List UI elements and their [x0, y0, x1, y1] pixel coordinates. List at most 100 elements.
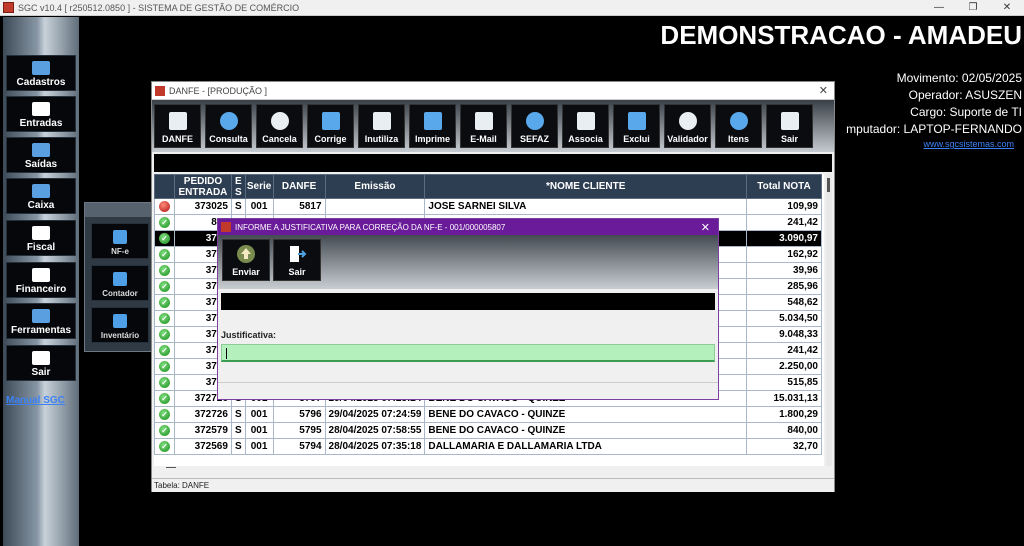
document-icon: [168, 112, 187, 130]
exit-icon: [780, 112, 799, 130]
justificativa-input[interactable]: [221, 344, 715, 362]
minimize-button[interactable]: —: [922, 2, 956, 13]
email-icon: [474, 112, 493, 130]
toolbar-button-sefaz[interactable]: SEFAZ: [511, 104, 558, 148]
col-es[interactable]: E S: [230, 174, 246, 199]
sidebar-item-1[interactable]: Entradas: [6, 96, 76, 132]
toolbar-button-label: Cancela: [262, 134, 297, 144]
cell-emissao: [324, 198, 426, 215]
col-pedido[interactable]: PEDIDO ENTRADA: [173, 174, 232, 199]
cell-cliente: BENE DO CAVACO - QUINZE: [424, 406, 748, 423]
cell-danfe: 5796: [272, 406, 326, 423]
sidebar-item-label: Saídas: [24, 159, 58, 170]
scrollbar-thumb[interactable]: [827, 178, 830, 192]
manual-link[interactable]: Manual SGC: [6, 395, 65, 406]
toolbar-button-consulta[interactable]: Consulta: [205, 104, 252, 148]
window-title: SGC v10.4 [ r250512.0850 ] - SISTEMA DE …: [18, 2, 300, 13]
toolbar-button-imprime[interactable]: Imprime: [409, 104, 456, 148]
subpanel-item-2[interactable]: Inventário: [91, 307, 149, 343]
danfe-title: DANFE - [PRODUÇÃO ]: [169, 85, 268, 96]
dialog-info-bar: [221, 293, 715, 310]
app-logo-icon: [155, 85, 165, 96]
status-cell: [154, 246, 175, 263]
truck-icon: [32, 102, 50, 116]
sidebar-item-2[interactable]: Saídas: [6, 137, 76, 173]
close-icon[interactable]: ✕: [819, 84, 828, 97]
status-cell: [154, 262, 175, 279]
sidebar-item-5[interactable]: Financeiro: [6, 262, 76, 298]
toolbar-button-label: Associa: [568, 134, 603, 144]
toolbar-button-corrige[interactable]: Corrige: [307, 104, 354, 148]
trash-icon: [627, 112, 646, 130]
toolbar-button-cancela[interactable]: Cancela: [256, 104, 303, 148]
tools-icon: [32, 309, 50, 323]
subpanel-item-1[interactable]: Contador: [91, 265, 149, 301]
toolbar-button-label: Inutiliza: [364, 134, 399, 144]
table-row[interactable]: 372579S001579528/04/2025 07:58:55BENE DO…: [154, 422, 822, 439]
toolbar-button-associa[interactable]: Associa: [562, 104, 609, 148]
danfe-titlebar: DANFE - [PRODUÇÃO ] ✕: [152, 82, 834, 100]
inventory-icon: [113, 314, 127, 328]
toolbar-button-label: Sair: [780, 134, 798, 144]
sidebar-item-0[interactable]: Cadastros: [6, 55, 76, 91]
subpanel-item-label: Contador: [102, 289, 138, 298]
close-button[interactable]: ✕: [990, 2, 1024, 13]
toolbar-button-label: Consulta: [209, 134, 248, 144]
table-row[interactable]: 372726S001579629/04/2025 07:24:59BENE DO…: [154, 406, 822, 423]
check-icon: [158, 296, 170, 308]
toolbar-button-label: Validador: [667, 134, 708, 144]
send-up-icon: [237, 245, 255, 263]
toolbar-button-inutiliza[interactable]: Inutiliza: [358, 104, 405, 148]
toolbar-button-label: Exclui: [623, 134, 650, 144]
close-icon[interactable]: ✕: [701, 221, 710, 234]
cell-pedido: 372579: [173, 422, 232, 439]
check-icon: [158, 440, 170, 452]
check-icon: [158, 360, 170, 372]
status-cell: [154, 278, 175, 295]
cell-es: S: [230, 406, 246, 423]
table-row[interactable]: 373025 S 001 5817 JOSE SARNEI SILVA 109,99: [154, 198, 822, 215]
col-serie[interactable]: Serie: [244, 174, 274, 199]
website-link[interactable]: www.sgcsistemas.com: [923, 139, 1014, 149]
cell-total: 515,85: [746, 374, 822, 391]
cancel-icon: [270, 112, 289, 130]
register-icon: [32, 184, 50, 198]
document-icon: [32, 268, 50, 282]
sidebar-item-4[interactable]: Fiscal: [6, 220, 76, 256]
cell-es: S: [230, 198, 246, 215]
sidebar-item-label: Ferramentas: [10, 325, 72, 336]
col-danfe[interactable]: DANFE: [272, 174, 326, 199]
calculator-icon: [372, 112, 391, 130]
table-row[interactable]: 372569S001579428/04/2025 07:35:18DALLAMA…: [154, 438, 822, 455]
grid-scrollbar[interactable]: [826, 174, 832, 466]
status-cell: [154, 438, 175, 455]
cell-total: 3.090,97: [746, 230, 822, 247]
sidebar-item-3[interactable]: Caixa: [6, 178, 76, 214]
sidebar-item-7[interactable]: Sair: [6, 345, 76, 381]
col-total[interactable]: Total NOTA: [746, 174, 822, 199]
subpanel-item-0[interactable]: NF-e: [91, 223, 149, 259]
cell-total: 39,96: [746, 262, 822, 279]
toolbar-button-sair[interactable]: Sair: [766, 104, 813, 148]
toolbar-button-validador[interactable]: Validador: [664, 104, 711, 148]
list-icon: [729, 112, 748, 130]
enviar-button[interactable]: Enviar: [222, 239, 270, 281]
col-emissao[interactable]: Emissão: [324, 174, 426, 199]
toolbar-button-label: DANFE: [162, 134, 193, 144]
maximize-button[interactable]: ❐: [956, 2, 990, 13]
main-sidebar: Cadastros Entradas Saídas Caixa Fiscal Financ…: [3, 17, 79, 546]
toolbar-button-danfe[interactable]: DANFE: [154, 104, 201, 148]
status-cell: [154, 230, 175, 247]
dialog-titlebar: INFORME A JUSTIFICATIVA PARA CORREÇÃO DA…: [218, 219, 718, 235]
toolbar-button-exclui[interactable]: Exclui: [613, 104, 660, 148]
signature-icon: [113, 272, 127, 286]
sidebar-item-6[interactable]: Ferramentas: [6, 303, 76, 339]
col-cliente[interactable]: *NOME CLIENTE: [424, 174, 748, 199]
sair-button[interactable]: Sair: [273, 239, 321, 281]
cell-serie: 001: [244, 438, 274, 455]
toolbar-button-email[interactable]: E-Mail: [460, 104, 507, 148]
cell-total: 840,00: [746, 422, 822, 439]
cell-es: S: [230, 438, 246, 455]
status-cell: [154, 374, 175, 391]
toolbar-button-itens[interactable]: Itens: [715, 104, 762, 148]
